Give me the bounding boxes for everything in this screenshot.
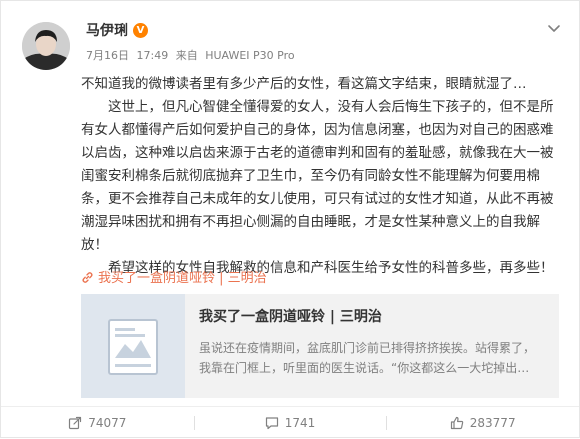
avatar[interactable] — [22, 22, 70, 70]
source-prefix: 来自 — [175, 49, 198, 62]
post-time[interactable]: 17:49 — [137, 49, 169, 62]
author-name[interactable]: 马伊琍 — [86, 22, 128, 40]
like-count: 283777 — [469, 416, 516, 430]
card-title[interactable]: 我买了一盒阴道哑铃 | 三明治 — [199, 308, 382, 326]
weibo-post-card: 马伊琍 V 7月16日 17:49 来自 HUAWEI P30 Pro 不知道我… — [0, 0, 580, 438]
article-link-text[interactable]: 我买了一盒阴道哑铃 | 三明治 — [98, 271, 267, 286]
article-card[interactable]: 我买了一盒阴道哑铃 | 三明治 虽说还在疫情期间，盆底肌门诊前已排得挤挤挨挨。站… — [81, 294, 559, 398]
share-icon — [69, 416, 82, 430]
post-device: HUAWEI P30 Pro — [205, 49, 295, 62]
document-icon — [81, 294, 185, 398]
post-date[interactable]: 7月16日 — [86, 49, 129, 62]
share-button[interactable]: 74077 — [1, 407, 194, 439]
share-count: 74077 — [88, 416, 127, 430]
comment-count: 1741 — [284, 416, 316, 430]
chevron-down-icon[interactable] — [545, 19, 563, 37]
action-bar: 74077 1741 283777 — [1, 406, 579, 439]
article-thumbnail — [81, 294, 185, 398]
post-meta: 7月16日 17:49 来自 HUAWEI P30 Pro — [86, 49, 299, 63]
post-body: 不知道我的微博读者里有多少产后的女性，看这篇文字结束，眼睛就湿了… 这世上，但凡… — [81, 73, 559, 280]
article-link[interactable]: 我买了一盒阴道哑铃 | 三明治 — [81, 269, 267, 289]
post-paragraph: 不知道我的微博读者里有多少产后的女性，看这篇文字结束，眼睛就湿了… — [81, 76, 527, 92]
comment-button[interactable]: 1741 — [193, 407, 387, 439]
post-paragraph: 这世上，但凡心智健全懂得爱的女人，没有人会后悔生下孩子的，但不是所有女人都懂得产… — [81, 99, 554, 253]
comment-icon — [265, 417, 278, 430]
card-description: 虽说还在疫情期间，盆底肌门诊前已排得挤挤挨挨。站得累了，我靠在门框上，听里面的医… — [199, 341, 536, 375]
verified-badge-icon: V — [133, 23, 148, 38]
thumbs-up-icon — [450, 416, 463, 430]
avatar-image — [22, 22, 70, 70]
like-button[interactable]: 283777 — [386, 407, 579, 439]
link-icon — [82, 272, 93, 283]
